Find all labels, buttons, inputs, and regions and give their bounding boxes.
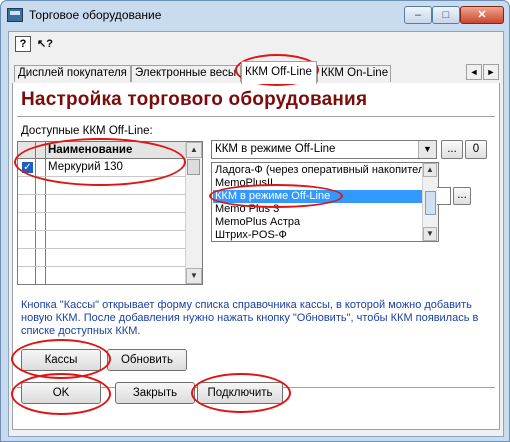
table-row[interactable]: [18, 213, 186, 231]
chevron-down-icon[interactable]: ▼: [418, 141, 436, 158]
dropdown-scrollbar[interactable]: ▲ ▼: [422, 163, 438, 241]
select-button[interactable]: ...: [441, 140, 463, 159]
app-icon: [7, 8, 23, 22]
list-item[interactable]: MemoPlusII: [213, 177, 422, 190]
table-header: Наименование: [18, 142, 186, 159]
scroll-down-icon[interactable]: ▼: [423, 227, 437, 241]
scroll-thumb[interactable]: [187, 159, 200, 175]
list-item[interactable]: Штрих-POS-Ф: [213, 229, 422, 241]
table-scrollbar[interactable]: ▲ ▼: [185, 142, 202, 284]
tab-next-arrow[interactable]: ►: [483, 64, 499, 80]
table-row[interactable]: [18, 177, 186, 195]
help-icon[interactable]: ?: [15, 36, 31, 52]
tab-kkm-offline[interactable]: ККМ Off-Line: [241, 61, 317, 84]
minimize-button[interactable]: –: [404, 6, 432, 24]
clear-button[interactable]: 0: [465, 140, 487, 159]
tab-kkm-online[interactable]: ККМ On-Line: [317, 65, 391, 82]
kkm-offline-panel: Настройка торгового оборудования Доступн…: [11, 83, 500, 430]
cash-registers-button[interactable]: Кассы: [21, 349, 101, 371]
divider: [17, 116, 495, 120]
hidden-field[interactable]: [437, 187, 451, 205]
window-title: Торговое оборудование: [29, 8, 162, 22]
connect-button[interactable]: Подключить: [197, 382, 283, 404]
tab-customer-display[interactable]: Дисплей покупателя: [14, 65, 131, 82]
close-button[interactable]: Закрыть: [115, 382, 195, 404]
kkm-model-select[interactable]: ККМ в режиме Off-Line ▼: [211, 140, 437, 159]
title-bar: Торговое оборудование – □ ✕: [1, 1, 509, 31]
scroll-thumb[interactable]: [425, 191, 436, 215]
table-row[interactable]: [18, 249, 186, 267]
table-row[interactable]: [18, 267, 186, 285]
column-header-name: Наименование: [48, 144, 133, 156]
tab-strip: Дисплей покупателя Электронные весы ККМ …: [12, 61, 500, 84]
window: Торговое оборудование – □ ✕ ? ↖? Дисплей…: [0, 0, 510, 442]
scroll-up-icon[interactable]: ▲: [186, 142, 202, 158]
tab-prev-arrow[interactable]: ◄: [466, 64, 482, 80]
available-kkm-label: Доступные ККМ Off-Line:: [21, 125, 153, 137]
checkbox-checked-icon[interactable]: ✓: [22, 162, 33, 173]
list-item[interactable]: Memo Plus 3: [213, 203, 422, 216]
refresh-button[interactable]: Обновить: [107, 349, 187, 371]
list-item[interactable]: Ладога-Ф (через оперативный накопитель): [213, 164, 422, 177]
list-item[interactable]: MemoPlus Астра: [213, 216, 422, 229]
kkm-model-value: ККМ в режиме Off-Line: [215, 143, 336, 155]
list-item-selected[interactable]: ККМ в режиме Off-Line: [213, 190, 422, 203]
dialog-client: ? ↖? Дисплей покупателя Электронные весы…: [8, 31, 504, 437]
info-text: Кнопка "Кассы" открывает форму списка сп…: [21, 299, 479, 337]
page-title: Настройка торгового оборудования: [21, 89, 368, 110]
whats-this-icon[interactable]: ↖?: [37, 36, 53, 52]
ok-button[interactable]: OK: [21, 382, 101, 404]
kkm-model-dropdown-list[interactable]: Ладога-Ф (через оперативный накопитель) …: [211, 162, 439, 242]
table-cell-name: Меркурий 130: [48, 161, 123, 173]
tab-scales[interactable]: Электронные весы: [131, 65, 241, 82]
table-row[interactable]: [18, 195, 186, 213]
table-row[interactable]: [18, 231, 186, 249]
available-kkm-table[interactable]: Наименование ✓ Меркурий 130 ▲ ▼: [17, 141, 203, 285]
table-row[interactable]: ✓ Меркурий 130: [18, 159, 186, 177]
maximize-button[interactable]: □: [432, 6, 460, 24]
scroll-up-icon[interactable]: ▲: [423, 163, 437, 177]
choose-button[interactable]: ...: [453, 187, 471, 205]
scroll-down-icon[interactable]: ▼: [186, 268, 202, 284]
close-window-button[interactable]: ✕: [460, 6, 504, 24]
toolbar: ? ↖?: [9, 32, 503, 56]
